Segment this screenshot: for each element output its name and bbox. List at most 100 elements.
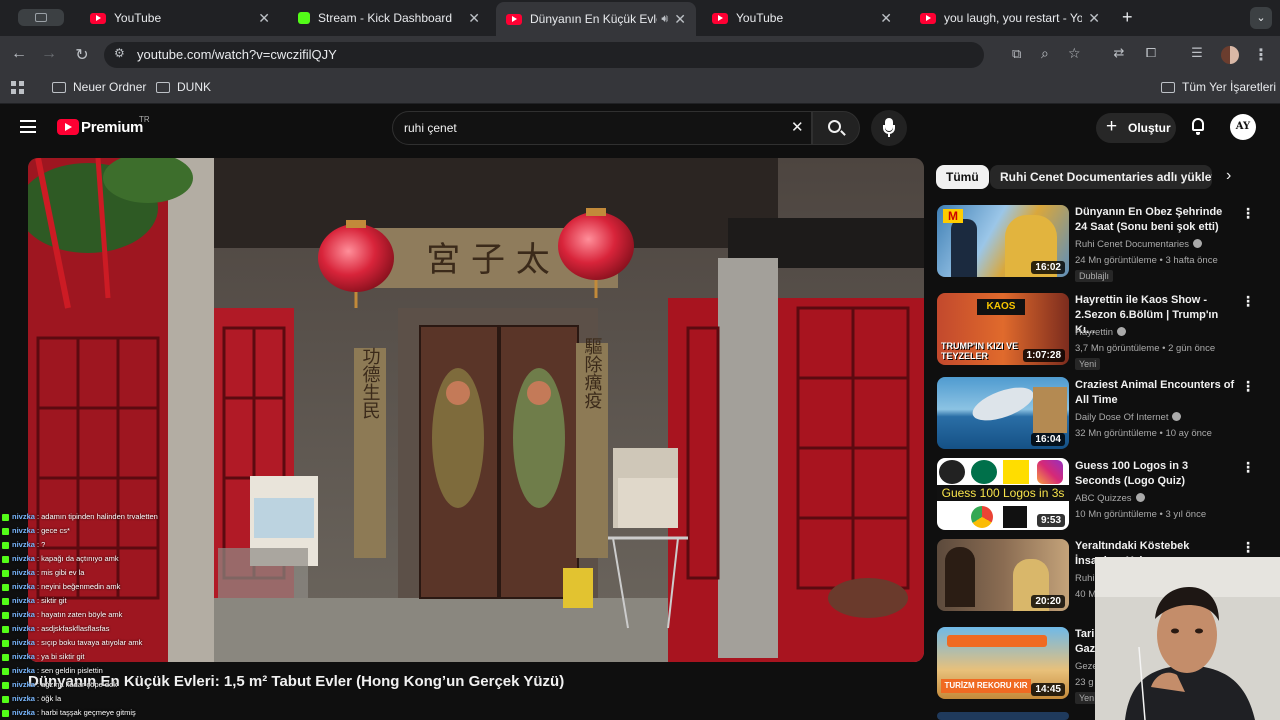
- chat-message: nivzka: ya bi siktir git: [0, 650, 300, 664]
- account-avatar[interactable]: AY: [1230, 114, 1256, 140]
- search-box[interactable]: ruhi çenet ✕: [392, 111, 812, 145]
- notifications-bell-icon[interactable]: [1190, 117, 1206, 135]
- kick-icon: [298, 12, 310, 24]
- profile-avatar[interactable]: [1221, 46, 1239, 64]
- video-thumbnail[interactable]: Guess 100 Logos in 3s 9:53: [937, 458, 1069, 530]
- thumbnail-text: TRUMP'IN KIZI VE TEYZELER: [941, 341, 1019, 361]
- browser-tab-active[interactable]: Dünyanın En Küçük Evleri 🔊︎ ✕: [496, 2, 696, 36]
- clear-search-icon[interactable]: ✕: [791, 118, 804, 136]
- tab-title: Dünyanın En Küçük Evleri: [530, 12, 658, 26]
- region-code: TR: [139, 115, 150, 124]
- chat-message: nivzka: mis gibi ev la: [0, 566, 300, 580]
- close-icon[interactable]: ✕: [674, 11, 686, 28]
- chat-text: ya bi siktir git: [41, 652, 85, 661]
- chip-all[interactable]: Tümü: [936, 165, 989, 189]
- browser-tab[interactable]: you laugh, you restart - YouTu ✕: [910, 4, 1110, 32]
- chat-text: kapağı da açtınıyo amk: [41, 554, 119, 563]
- install-app-icon[interactable]: ⧉: [1012, 46, 1021, 62]
- extensions-icon[interactable]: ⧠: [1141, 45, 1161, 61]
- chat-username: nivzka: [12, 540, 35, 549]
- video-thumbnail[interactable]: [937, 712, 1069, 720]
- new-tab-button[interactable]: +: [1122, 7, 1133, 28]
- more-options-icon[interactable]: ⋮: [1241, 459, 1255, 476]
- bookmark-star-icon[interactable]: ☆: [1068, 45, 1081, 62]
- site-info-icon[interactable]: ⚙: [114, 46, 125, 60]
- channel-name[interactable]: Hayrettin: [1075, 327, 1127, 338]
- voice-search-button[interactable]: [871, 110, 907, 146]
- video-meta: 24 Mn görüntüleme • 3 hafta önce: [1075, 255, 1218, 266]
- video-thumbnail[interactable]: TURİZM REKORU KIR 14:45: [937, 627, 1069, 699]
- chat-text: sen geldin pislettin: [41, 666, 103, 675]
- video-thumbnail[interactable]: M 16:02: [937, 205, 1069, 277]
- reading-list-icon[interactable]: ☰: [1187, 45, 1207, 61]
- youtube-icon: [920, 12, 936, 24]
- kick-badge-icon: [2, 541, 9, 549]
- video-title[interactable]: Craziest Animal Encounters of All Time: [1075, 378, 1235, 408]
- back-icon[interactable]: ←: [9, 45, 29, 63]
- speaker-icon[interactable]: 🔊︎: [661, 13, 668, 26]
- tab-groups-button[interactable]: [18, 9, 64, 26]
- kick-badge-icon: [2, 583, 9, 591]
- kick-badge-icon: [2, 555, 9, 563]
- close-icon[interactable]: ✕: [468, 10, 480, 27]
- video-thumbnail[interactable]: 20:20: [937, 539, 1069, 611]
- dubbed-badge: Dublajlı: [1075, 270, 1114, 282]
- chat-text: ?: [41, 540, 46, 549]
- menu-kebab-icon[interactable]: ⋮: [1251, 45, 1271, 65]
- video-title[interactable]: Tari... Gaz...: [1075, 627, 1095, 657]
- all-bookmarks-folder[interactable]: Tüm Yer İşaretleri: [1161, 80, 1276, 94]
- video-thumbnail[interactable]: KAOS TRUMP'IN KIZI VE TEYZELER 1:07:28: [937, 293, 1069, 365]
- chat-text: harbi taşşak geçmeye gitmiş: [41, 708, 136, 717]
- more-options-icon[interactable]: ⋮: [1241, 539, 1255, 556]
- chip-from-uploader[interactable]: Ruhi Cenet Documentaries adlı yükleyicid…: [990, 165, 1212, 189]
- chat-username: nivzka: [12, 610, 35, 619]
- hamburger-menu-icon[interactable]: [20, 120, 36, 133]
- zoom-icon[interactable]: ⌕: [1041, 45, 1049, 62]
- close-icon[interactable]: ✕: [880, 10, 892, 27]
- bookmark-folder[interactable]: Neuer Ordner: [52, 80, 146, 94]
- apps-grid-icon[interactable]: [11, 81, 24, 94]
- tab-search-button[interactable]: ⌄: [1250, 7, 1272, 29]
- chat-username: nivzka: [12, 554, 35, 563]
- channel-name[interactable]: Ruhi: [1075, 573, 1095, 584]
- youtube-logo[interactable]: [57, 119, 79, 135]
- url-text[interactable]: youtube.com/watch?v=cwczifilQJY: [137, 47, 337, 62]
- omnibox[interactable]: ⚙ youtube.com/watch?v=cwczifilQJY ⧉ ⌕ ☆: [104, 42, 1081, 68]
- channel-name[interactable]: Daily Dose Of Internet: [1075, 412, 1182, 423]
- chat-username: nivzka: [12, 568, 35, 577]
- kick-badge-icon: [2, 611, 9, 619]
- bookmark-label: Neuer Ordner: [73, 80, 147, 94]
- reload-icon[interactable]: ↻: [72, 45, 92, 65]
- video-meta: 3,7 Mn görüntüleme • 2 gün önce: [1075, 343, 1216, 354]
- channel-name[interactable]: Ruhi Cenet Documentaries: [1075, 239, 1203, 250]
- more-options-icon[interactable]: ⋮: [1241, 293, 1255, 310]
- more-options-icon[interactable]: ⋮: [1241, 205, 1255, 222]
- translate-icon[interactable]: ⇄: [1109, 45, 1129, 61]
- verified-icon: [1117, 327, 1127, 336]
- chevron-right-icon[interactable]: ›: [1226, 167, 1231, 185]
- thumbnail-text: Guess 100 Logos in 3s: [937, 485, 1069, 501]
- close-icon[interactable]: ✕: [1088, 10, 1100, 27]
- youtube-logo-text[interactable]: Premium: [81, 119, 143, 136]
- video-title[interactable]: Guess 100 Logos in 3 Seconds (Logo Quiz): [1075, 459, 1235, 489]
- browser-tab[interactable]: YouTube ✕: [702, 4, 902, 32]
- video-title[interactable]: Dünyanın En Obez Şehrinde 24 Saat (Sonu …: [1075, 205, 1235, 235]
- kick-badge-icon: [2, 695, 9, 703]
- forward-icon[interactable]: →: [39, 45, 59, 63]
- folder-icon: [1161, 81, 1175, 93]
- more-options-icon[interactable]: ⋮: [1241, 378, 1255, 395]
- chat-text: neyini beğenmedin amk: [41, 582, 121, 591]
- search-input[interactable]: ruhi çenet: [404, 121, 457, 135]
- kick-badge-icon: [2, 709, 9, 717]
- browser-tab[interactable]: YouTube ✕: [80, 4, 280, 32]
- bookmark-folder[interactable]: DUNK: [156, 80, 211, 94]
- tab-title: you laugh, you restart - YouTu: [944, 11, 1083, 25]
- create-button[interactable]: + Oluştur: [1096, 113, 1176, 143]
- search-button[interactable]: [812, 111, 860, 145]
- video-thumbnail[interactable]: 16:04: [937, 377, 1069, 449]
- browser-tab[interactable]: Stream - Kick Dashboard ✕: [288, 4, 490, 32]
- channel-name[interactable]: ABC Quizzes: [1075, 493, 1145, 504]
- verified-icon: [1193, 239, 1203, 248]
- folder-icon: [52, 81, 66, 93]
- close-icon[interactable]: ✕: [258, 10, 270, 27]
